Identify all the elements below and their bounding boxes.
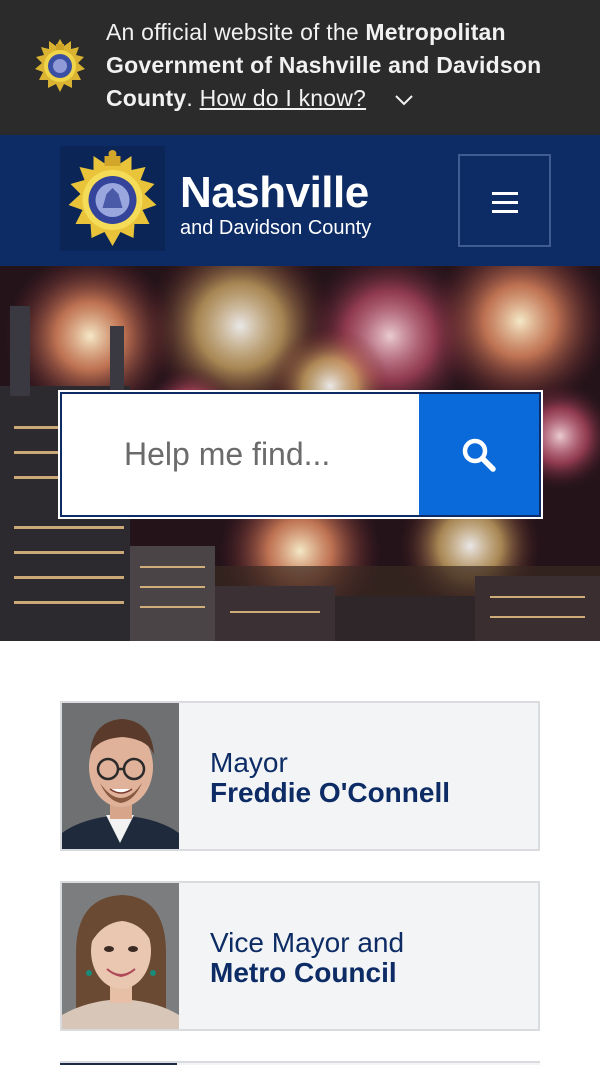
- search-input[interactable]: [62, 394, 419, 515]
- hamburger-icon-line: [492, 192, 518, 195]
- how-do-i-know-link[interactable]: How do I know?: [200, 85, 366, 111]
- brand-subtitle: and Davidson County: [180, 217, 372, 239]
- vice-mayor-card-subtitle: Metro Council: [210, 957, 397, 988]
- chevron-down-icon[interactable]: [394, 93, 414, 107]
- search-box: [60, 392, 541, 517]
- search-button[interactable]: [419, 394, 539, 515]
- mayor-card[interactable]: Mayor Freddie O'Connell: [60, 701, 540, 851]
- metro-seal-icon: [35, 39, 85, 92]
- metro-seal-icon: [68, 150, 157, 246]
- vice-mayor-card-title: Vice Mayor and: [210, 927, 405, 958]
- hamburger-icon-line: [492, 201, 518, 204]
- next-card-peek[interactable]: [60, 1061, 540, 1065]
- hamburger-icon-line: [492, 210, 518, 213]
- vice-mayor-council-card[interactable]: Vice Mayor and Metro Council: [60, 881, 540, 1031]
- menu-button[interactable]: [458, 154, 551, 247]
- banner-text-prefix: An official website of the: [106, 19, 366, 45]
- hero-image: [0, 266, 600, 641]
- brand-name[interactable]: Nashville: [180, 169, 369, 217]
- mayor-card-title: Mayor: [210, 747, 288, 778]
- nashville-logo[interactable]: [60, 146, 165, 251]
- vice-mayor-photo: [62, 883, 179, 1029]
- mayor-photo: [62, 703, 179, 849]
- mayor-card-name: Freddie O'Connell: [210, 777, 451, 808]
- official-site-banner: An official website of the Metropolitan …: [0, 0, 600, 135]
- mayor-portrait-image: [62, 703, 179, 849]
- search-icon: [462, 438, 496, 472]
- site-header: Nashville and Davidson County: [0, 135, 600, 266]
- banner-text-suffix: .: [186, 85, 200, 111]
- vice-mayor-portrait-image: [62, 883, 179, 1029]
